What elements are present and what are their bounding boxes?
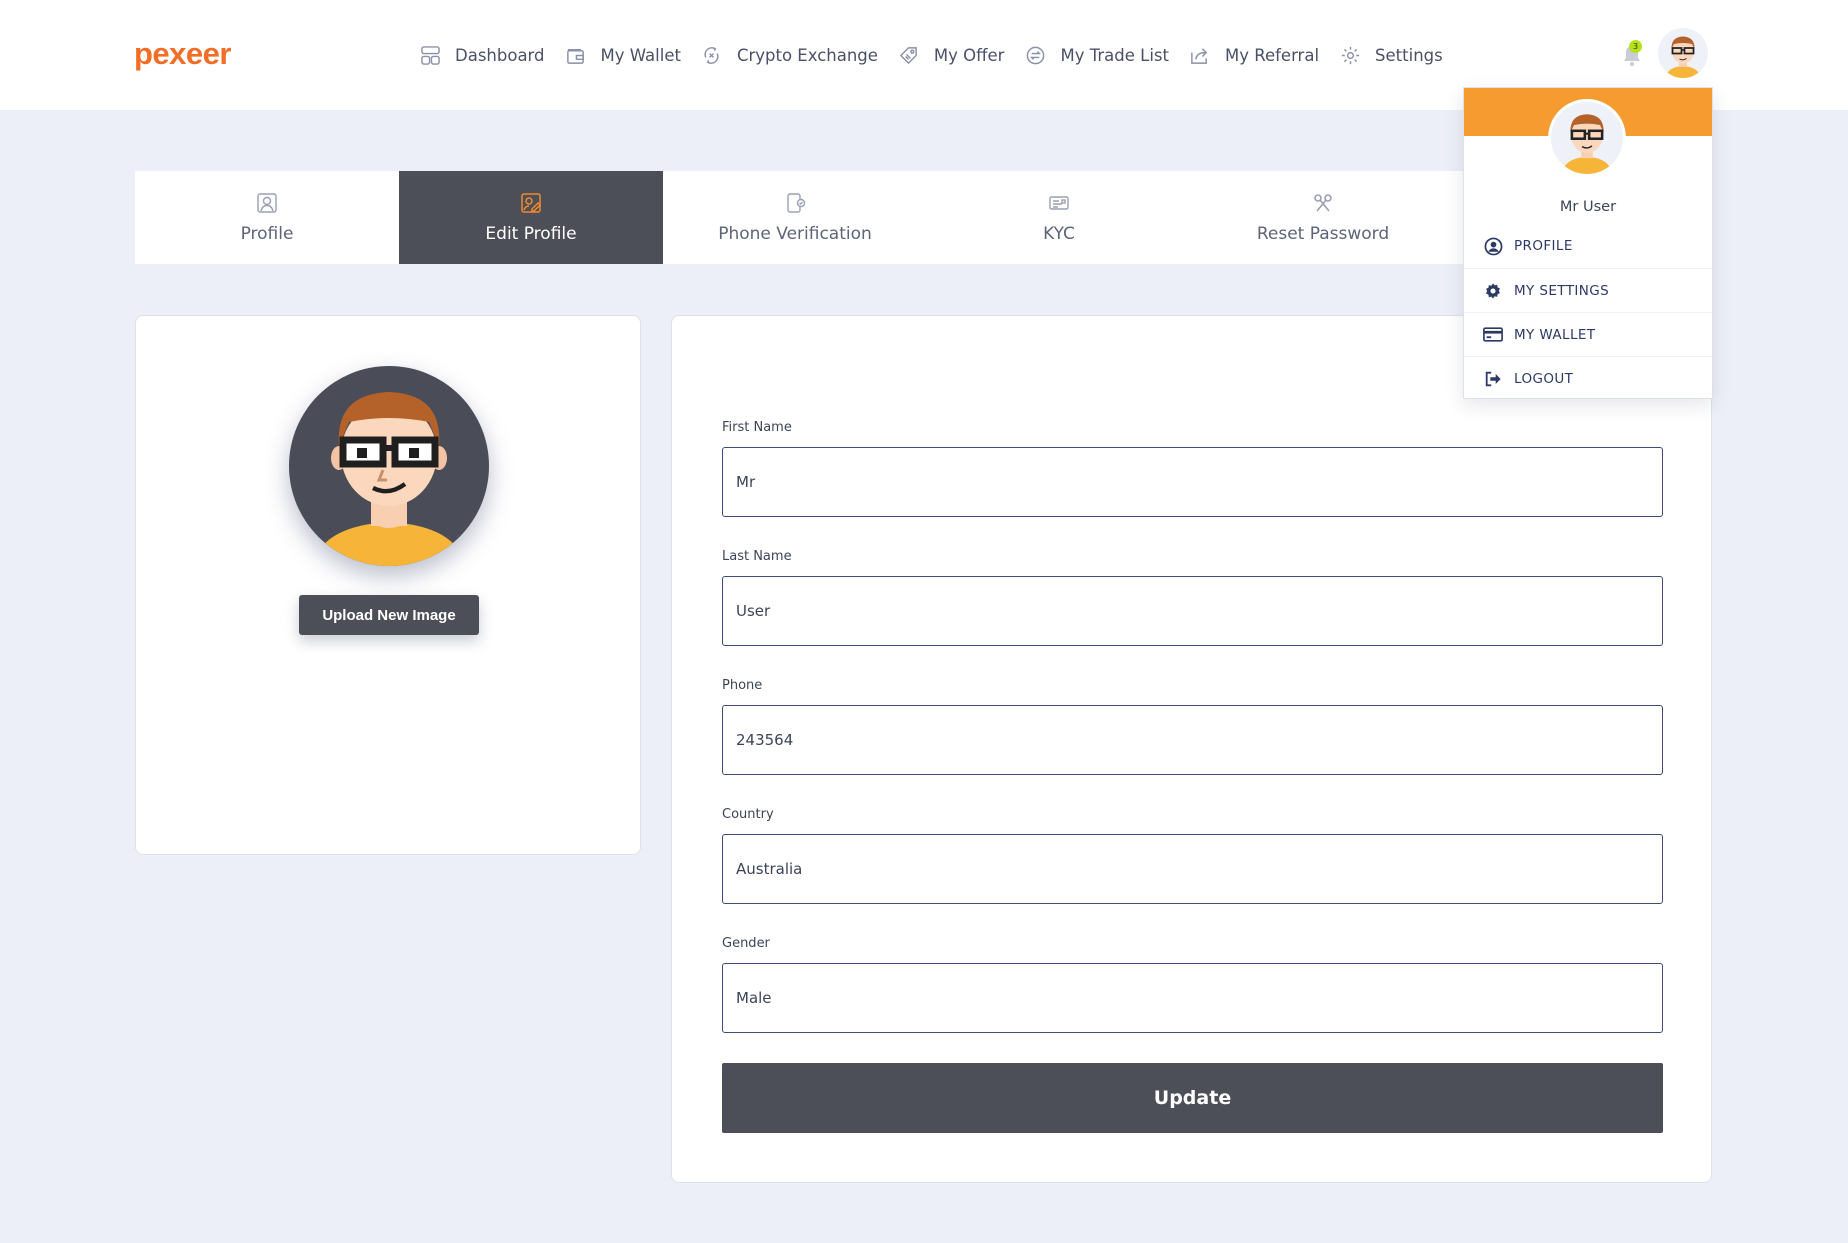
nav-item-my-referral[interactable]: My Referral: [1189, 44, 1319, 66]
tab-label: KYC: [1043, 224, 1075, 244]
tab-edit-profile[interactable]: Edit Profile: [399, 171, 663, 264]
nav-label: My Offer: [933, 45, 1005, 65]
nav-item-my-wallet[interactable]: My Wallet: [565, 44, 681, 66]
last-name-label: Last Name: [722, 549, 792, 564]
menu-label: MY SETTINGS: [1514, 282, 1610, 299]
profile-avatar: [289, 366, 489, 566]
dashboard-icon: [419, 44, 441, 66]
main-nav: Dashboard My Wallet Crypto Exchange My O…: [419, 40, 1463, 70]
edit-profile-form: First Name Mr Last Name User Phone 24356…: [671, 315, 1712, 1183]
gear-icon: [1339, 44, 1361, 66]
upload-image-button[interactable]: Upload New Image: [299, 595, 479, 635]
avatar-illustration-icon: [1665, 36, 1701, 78]
menu-label: LOGOUT: [1514, 370, 1574, 387]
first-name-label: First Name: [722, 420, 792, 435]
notification-count-badge: 3: [1629, 40, 1642, 53]
nav-label: My Trade List: [1060, 45, 1169, 65]
exchange-icon: [701, 44, 723, 66]
wallet-icon: [565, 44, 587, 66]
last-name-field[interactable]: User: [722, 576, 1663, 646]
tab-label: Edit Profile: [485, 224, 577, 244]
credit-card-icon: [1483, 325, 1503, 345]
tag-icon: [898, 44, 920, 66]
menu-label: MY WALLET: [1514, 326, 1596, 343]
tab-phone-verification[interactable]: Phone Verification: [663, 171, 927, 264]
nav-label: Crypto Exchange: [736, 45, 878, 65]
share-icon: [1189, 44, 1211, 66]
menu-label: PROFILE: [1514, 238, 1573, 254]
user-icon: [255, 191, 279, 215]
nav-label: Settings: [1375, 45, 1443, 65]
menu-item-my-settings[interactable]: MY SETTINGS: [1464, 268, 1712, 312]
edit-icon: [519, 191, 543, 215]
avatar-card: Upload New Image: [135, 315, 641, 855]
update-button[interactable]: Update: [722, 1063, 1663, 1133]
nav-label: Dashboard: [455, 45, 545, 65]
cog-icon: [1483, 281, 1503, 301]
id-card-icon: [1047, 191, 1071, 215]
tab-kyc[interactable]: KYC: [927, 171, 1191, 264]
logout-icon: [1483, 369, 1503, 389]
tab-label: Profile: [240, 224, 294, 244]
user-circle-icon: [1483, 236, 1503, 256]
tab-profile[interactable]: Profile: [135, 171, 399, 264]
nav-label: My Wallet: [600, 45, 681, 65]
nav-item-my-trade-list[interactable]: My Trade List: [1024, 44, 1169, 66]
dropdown-avatar: [1548, 99, 1626, 177]
avatar-illustration-icon: [313, 392, 465, 566]
brand-logo[interactable]: pexeer: [134, 36, 231, 72]
tab-label: Phone Verification: [718, 224, 872, 244]
tab-label: Reset Password: [1256, 224, 1390, 244]
phone-field[interactable]: 243564: [722, 705, 1663, 775]
nav-item-settings[interactable]: Settings: [1339, 44, 1443, 66]
dropdown-user-name: Mr User: [1559, 199, 1617, 215]
user-dropdown-menu: Mr User PROFILE MY SETTINGS MY WALLET LO…: [1463, 87, 1713, 399]
user-avatar-button[interactable]: [1658, 28, 1708, 78]
first-name-field[interactable]: Mr: [722, 447, 1663, 517]
trade-icon: [1024, 44, 1046, 66]
phone-icon: [783, 191, 807, 215]
gender-field[interactable]: Male: [722, 963, 1663, 1033]
menu-item-logout[interactable]: LOGOUT: [1464, 356, 1712, 400]
nav-label: My Referral: [1224, 45, 1320, 65]
tab-reset-password[interactable]: Reset Password: [1191, 171, 1455, 264]
menu-item-my-wallet[interactable]: MY WALLET: [1464, 312, 1712, 356]
menu-item-profile[interactable]: PROFILE: [1464, 224, 1712, 268]
nav-item-dashboard[interactable]: Dashboard: [419, 44, 545, 66]
nav-item-crypto-exchange[interactable]: Crypto Exchange: [701, 44, 878, 66]
country-field[interactable]: Australia: [722, 834, 1663, 904]
key-icon: [1311, 191, 1335, 215]
country-label: Country: [722, 807, 774, 822]
phone-label: Phone: [722, 678, 763, 693]
avatar-illustration-icon: [1561, 114, 1613, 174]
nav-item-my-offer[interactable]: My Offer: [898, 44, 1005, 66]
gender-label: Gender: [722, 936, 770, 951]
